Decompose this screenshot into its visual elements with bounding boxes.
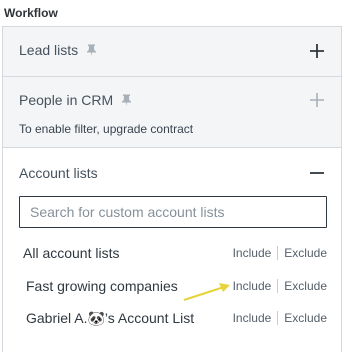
row-actions: Include Exclude (233, 311, 327, 325)
include-button[interactable]: Include (233, 279, 272, 293)
list-item-label: All account lists (23, 245, 120, 261)
arrow-annotation-icon (183, 283, 230, 301)
pin-icon (87, 44, 97, 56)
lead-lists-plus-icon[interactable] (309, 43, 325, 59)
upgrade-note: To enable filter, upgrade contract (19, 122, 194, 136)
account-lists-label: Account lists (19, 165, 98, 181)
pin-icon (122, 94, 132, 106)
account-lists-header[interactable]: Account lists (19, 165, 98, 181)
row-actions: Include Exclude (233, 279, 327, 293)
people-in-crm-label: People in CRM (19, 92, 114, 108)
list-item-label: Fast growing companies (26, 278, 178, 294)
list-item-gabriel-account-list: Gabriel A.🐼’s Account List Include Exclu… (23, 308, 327, 328)
exclude-button[interactable]: Exclude (284, 246, 327, 260)
list-item-all-account-lists: All account lists Include Exclude (23, 243, 327, 263)
account-lists-minus-icon[interactable] (309, 165, 325, 181)
account-lists-section: Account lists All account lists Include … (2, 148, 342, 352)
list-item-label: Gabriel A.🐼’s Account List (26, 309, 195, 326)
people-in-crm-section[interactable]: People in CRM To enable filter, upgrade … (2, 77, 342, 148)
divider (277, 279, 279, 293)
people-in-crm-plus-icon (310, 93, 324, 107)
include-button[interactable]: Include (233, 311, 272, 325)
people-in-crm-header: People in CRM (19, 92, 132, 108)
exclude-button[interactable]: Exclude (284, 279, 327, 293)
lead-lists-header: Lead lists (19, 42, 97, 58)
account-lists-search-input[interactable] (19, 196, 327, 228)
divider (277, 246, 279, 260)
row-actions: Include Exclude (233, 246, 327, 260)
divider (277, 311, 279, 325)
list-item-fast-growing-companies: Fast growing companies Include Exclude (23, 276, 327, 296)
include-button[interactable]: Include (233, 246, 272, 260)
lead-lists-label: Lead lists (19, 42, 79, 58)
workflow-title: Workflow (4, 6, 58, 20)
exclude-button[interactable]: Exclude (284, 311, 327, 325)
lead-lists-section[interactable]: Lead lists (2, 26, 342, 77)
